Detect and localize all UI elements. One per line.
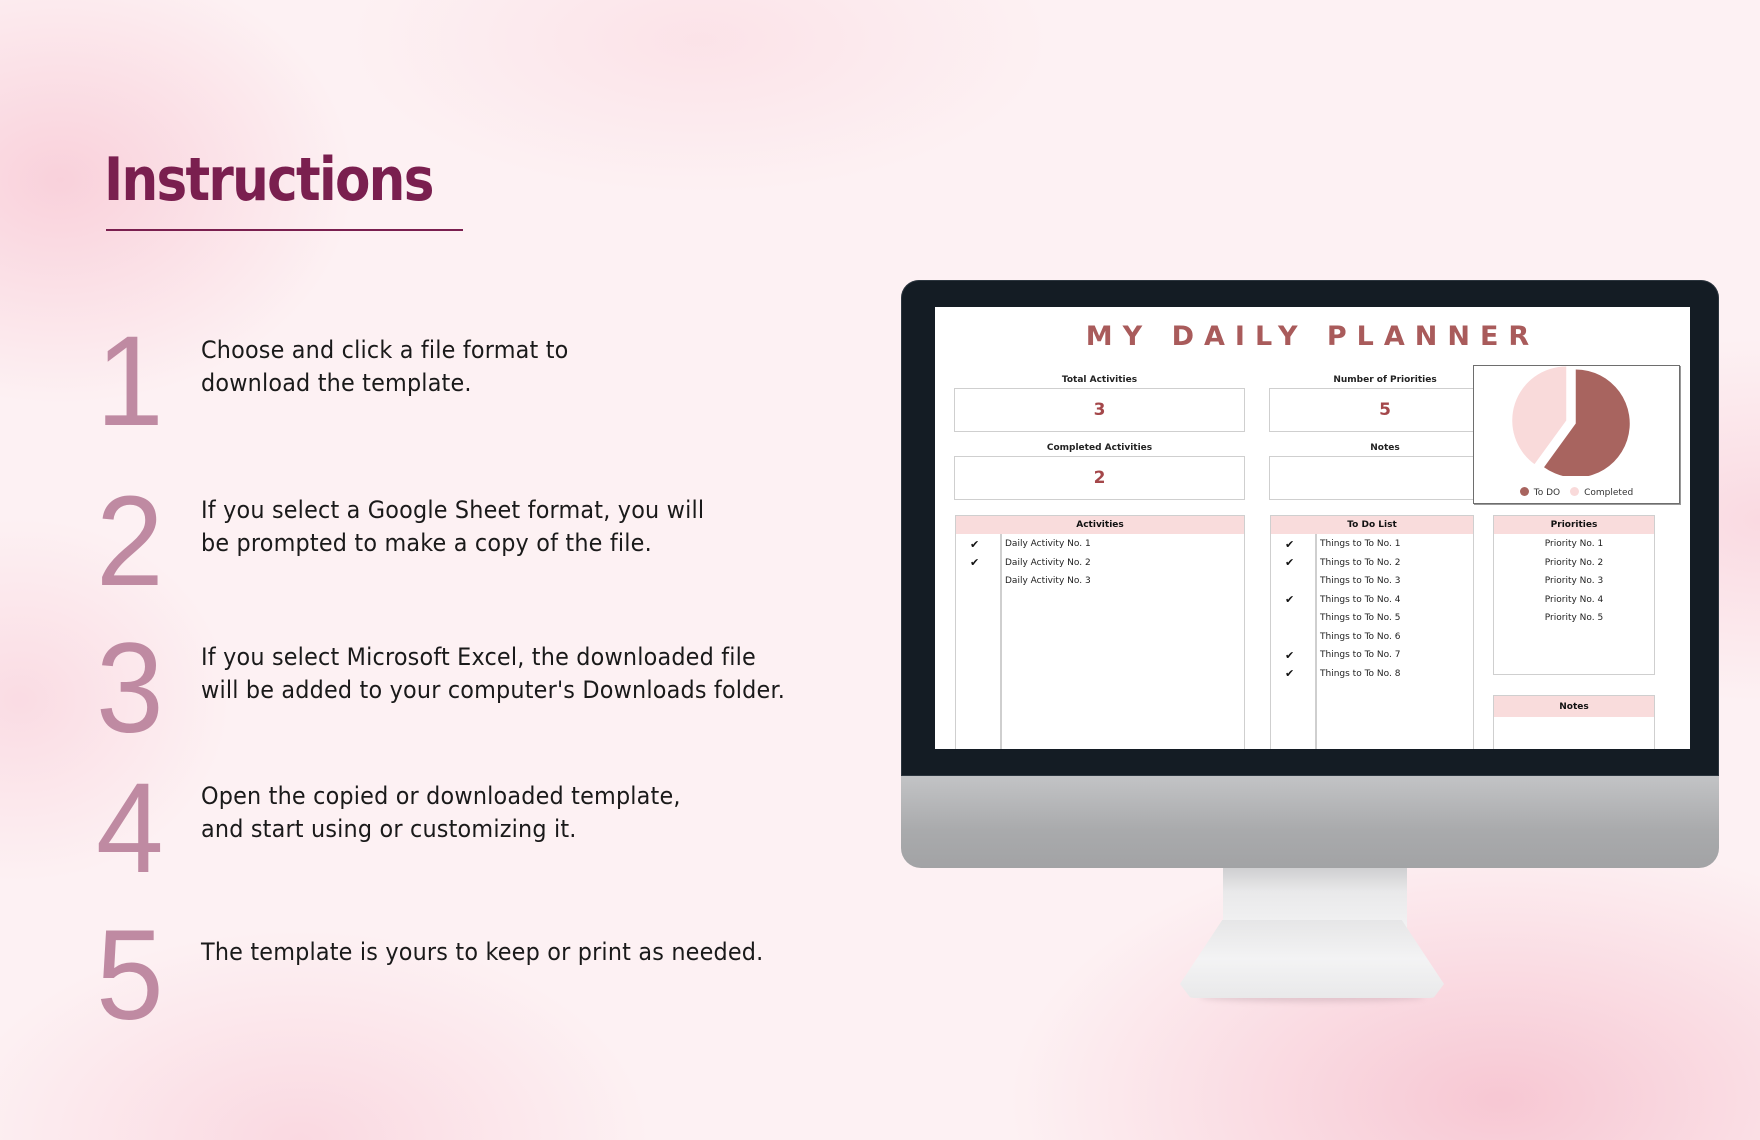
legend-swatch-completed bbox=[1570, 487, 1580, 496]
step-number-3: 3 bbox=[96, 617, 164, 760]
checkmark-icon[interactable]: ✔ bbox=[1285, 649, 1294, 662]
monitor-stand-neck bbox=[1223, 868, 1407, 928]
priority-item: Priority No. 3 bbox=[1544, 576, 1604, 586]
step-text-4: Open the copied or downloaded template, … bbox=[201, 780, 681, 846]
chart-legend: To DO Completed bbox=[1474, 487, 1679, 498]
todo-item-text: Things to To No. 1 bbox=[1320, 539, 1401, 549]
checkmark-icon[interactable]: ✔ bbox=[970, 556, 979, 569]
todo-item-text: Things to To No. 4 bbox=[1320, 594, 1401, 605]
step-5-line-1: The template is yours to keep or print a… bbox=[201, 938, 764, 966]
checkmark-icon[interactable]: ✔ bbox=[970, 538, 979, 551]
activities-row[interactable]: ✔ Daily Activity No. 1 bbox=[956, 534, 1244, 554]
step-text-5: The template is yours to keep or print a… bbox=[201, 936, 763, 969]
number-of-priorities-label: Number of Priorities bbox=[1333, 375, 1437, 385]
step-number-2: 2 bbox=[96, 470, 164, 613]
todo-list: To Do List ✔ Things to To No. 1 ✔ Things to… bbox=[1270, 515, 1474, 749]
todo-row[interactable]: ✔ Things to To No. 8 bbox=[1271, 664, 1473, 684]
priority-item: Priority No. 4 bbox=[1544, 594, 1604, 605]
checkmark-icon[interactable]: ✔ bbox=[1285, 538, 1294, 551]
todo-row[interactable]: ✔ Things to To No. 4 bbox=[1271, 590, 1473, 610]
todo-row[interactable]: ✔ Things to To No. 1 bbox=[1271, 534, 1473, 554]
notes-body[interactable] bbox=[1494, 717, 1654, 749]
step-3-line-2: will be added to your computer's Downloa… bbox=[201, 676, 786, 704]
completed-activities-label: Completed Activities bbox=[1046, 443, 1153, 453]
todo-item-text: Things to To No. 8 bbox=[1320, 668, 1401, 679]
progress-pie-chart: To DO Completed bbox=[1473, 365, 1680, 504]
priority-item: Priority No. 2 bbox=[1544, 557, 1604, 568]
priorities-body: Priority No. 1 Priority No. 2 Priority No.… bbox=[1494, 534, 1654, 674]
legend-item-completed: Completed bbox=[1570, 487, 1633, 498]
step-3-line-1: If you select Microsoft Excel, the downl… bbox=[201, 643, 756, 671]
activities-list: Activities ✔ Daily Activity No. 1 ✔ Daily A… bbox=[955, 515, 1245, 749]
step-number-1: 1 bbox=[96, 310, 164, 453]
title-underline bbox=[106, 229, 463, 231]
planner-title: MY DAILY PLANNER bbox=[1085, 321, 1540, 352]
checkmark-icon[interactable]: ✔ bbox=[1285, 593, 1294, 606]
todo-header: To Do List bbox=[1271, 516, 1473, 534]
number-of-priorities-value[interactable]: 5 bbox=[1269, 388, 1501, 432]
legend-item-todo: To DO bbox=[1519, 487, 1561, 498]
step-1-line-1: Choose and click a file format to bbox=[201, 336, 569, 364]
activities-header: Activities bbox=[956, 516, 1244, 534]
monitor-chin bbox=[901, 775, 1719, 868]
planner-screen: MY DAILY PLANNER Total Activities 3 Comp… bbox=[935, 307, 1690, 749]
step-2-line-2: be prompted to make a copy of the file. bbox=[201, 529, 652, 557]
todo-row[interactable]: Things to To No. 5 bbox=[1271, 608, 1473, 628]
todo-row[interactable]: ✔ Things to To No. 7 bbox=[1271, 645, 1473, 665]
priorities-list: Priorities Priority No. 1 Priority No. 2P… bbox=[1493, 515, 1655, 675]
activities-row[interactable]: ✔ Daily Activity No. 2 bbox=[956, 553, 1244, 573]
monitor-stand-base bbox=[1180, 920, 1444, 998]
step-1-line-2: download the template. bbox=[201, 369, 472, 397]
todo-item-text: Things to To No. 2 bbox=[1320, 557, 1401, 568]
legend-label-completed: Completed bbox=[1584, 488, 1634, 498]
activities-row[interactable]: Daily Activity No. 3 bbox=[956, 571, 1244, 591]
pie-svg bbox=[1512, 366, 1630, 476]
step-2-line-1: If you select a Google Sheet format, you… bbox=[201, 496, 705, 524]
todo-row[interactable]: Things to To No. 3 bbox=[1271, 571, 1473, 591]
todo-row[interactable]: ✔ Things to To No. 2 bbox=[1271, 553, 1473, 573]
activities-body: ✔ Daily Activity No. 1 ✔ Daily Activity No.… bbox=[956, 534, 1244, 749]
step-text-2: If you select a Google Sheet format, you… bbox=[201, 494, 704, 560]
priority-item: Priority No. 5 bbox=[1544, 613, 1604, 623]
priorities-header: Priorities bbox=[1494, 516, 1654, 534]
todo-item-text: Things to To No. 3 bbox=[1320, 576, 1401, 586]
priority-item: Priority No. 1 bbox=[1544, 539, 1604, 549]
total-activities-label: Total Activities bbox=[1061, 375, 1138, 385]
legend-label-todo: To DO bbox=[1533, 488, 1561, 498]
activities-item-text: Daily Activity No. 1 bbox=[1005, 539, 1091, 549]
notes-header: Notes bbox=[1494, 696, 1654, 717]
step-number-5: 5 bbox=[96, 904, 164, 1047]
legend-swatch-todo bbox=[1519, 487, 1529, 496]
todo-item-text: Things to To No. 6 bbox=[1320, 631, 1401, 642]
instructions-title: Instructions bbox=[104, 145, 434, 215]
checkmark-icon[interactable]: ✔ bbox=[1285, 556, 1294, 569]
todo-item-text: Things to To No. 5 bbox=[1320, 613, 1401, 623]
activities-item-text: Daily Activity No. 3 bbox=[1005, 576, 1091, 586]
total-activities-value[interactable]: 3 bbox=[954, 388, 1245, 432]
activities-item-text: Daily Activity No. 2 bbox=[1005, 557, 1091, 568]
notes-stat-field[interactable] bbox=[1269, 456, 1501, 500]
step-4-line-2: and start using or customizing it. bbox=[201, 815, 577, 843]
step-4-line-1: Open the copied or downloaded template, bbox=[201, 782, 681, 810]
completed-activities-value[interactable]: 2 bbox=[954, 456, 1245, 500]
notes-panel: Notes bbox=[1493, 695, 1655, 749]
checkmark-icon[interactable]: ✔ bbox=[1285, 667, 1294, 680]
step-text-1: Choose and click a file format to downlo… bbox=[201, 334, 569, 400]
step-number-4: 4 bbox=[96, 757, 164, 900]
todo-row[interactable]: Things to To No. 6 bbox=[1271, 627, 1473, 647]
step-text-3: If you select Microsoft Excel, the downl… bbox=[201, 641, 785, 707]
notes-stat-label: Notes bbox=[1370, 443, 1400, 453]
todo-body: ✔ Things to To No. 1 ✔ Things to To No. 2 Th… bbox=[1271, 534, 1473, 749]
todo-item-text: Things to To No. 7 bbox=[1320, 650, 1401, 660]
